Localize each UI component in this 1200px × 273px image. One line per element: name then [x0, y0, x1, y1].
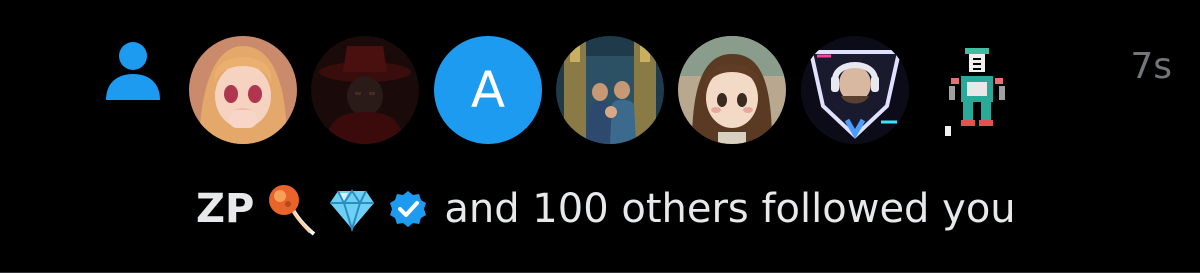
verified-badge-icon [390, 191, 427, 227]
anime-girl-brown-hair-avatar[interactable] [678, 36, 786, 144]
anime-girl-blonde-avatar[interactable] [189, 36, 297, 144]
fire-comet-emoji [269, 185, 316, 236]
timestamp: 7s [1130, 46, 1172, 87]
family-cathedral-avatar[interactable] [556, 36, 664, 144]
user-name[interactable]: ZP [196, 186, 254, 232]
avatar-letter: A [470, 61, 506, 119]
letter-avatar[interactable]: A [434, 36, 542, 144]
gamer-headphones-avatar[interactable] [801, 36, 909, 144]
pixel-robot-avatar[interactable] [923, 36, 1031, 144]
follow-notification[interactable]: A 7s ZP and 100 others followed you [0, 0, 1200, 273]
person-icon [106, 42, 160, 100]
dark-hat-figure-avatar[interactable] [311, 36, 419, 144]
gem-emoji [330, 189, 375, 233]
notification-text: ZP and 100 others followed you [196, 180, 1016, 238]
follow-message: and 100 others followed you [444, 186, 1016, 232]
